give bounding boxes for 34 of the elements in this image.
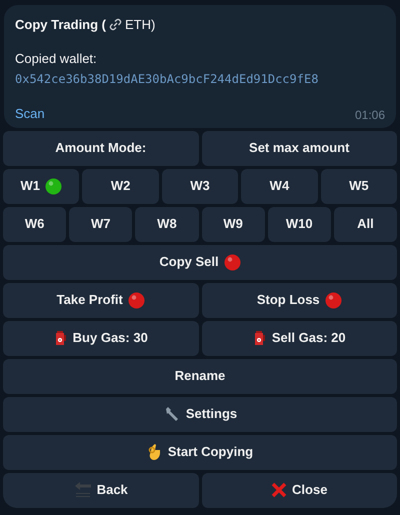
keyboard-button[interactable]: Sell Gas: 20 bbox=[202, 320, 397, 356]
keyboard-button[interactable]: Set max amount bbox=[202, 130, 397, 166]
cross-icon bbox=[271, 482, 288, 498]
keyboard-button[interactable]: Amount Mode: bbox=[3, 130, 198, 166]
keyboard-button[interactable]: All bbox=[334, 206, 398, 242]
keyboard-button[interactable]: W1 bbox=[3, 168, 80, 204]
keyboard-button[interactable]: W7 bbox=[69, 206, 132, 242]
keyboard-button[interactable]: Close bbox=[202, 472, 397, 508]
keyboard-button[interactable]: Copy Sell bbox=[3, 244, 397, 280]
keyboard-button[interactable]: W4 bbox=[241, 168, 318, 204]
wallet-label: Copied wallet: bbox=[15, 50, 98, 68]
message-title: Copy Trading ( bbox=[15, 16, 106, 34]
keyboard-button[interactable]: Buy Gas: 30 bbox=[3, 320, 198, 356]
keyboard-button[interactable]: Start Copying bbox=[3, 434, 397, 470]
fuel-can-icon bbox=[252, 330, 267, 346]
scan-link[interactable]: Scan bbox=[15, 104, 45, 124]
keyboard-button[interactable]: W2 bbox=[82, 168, 159, 204]
keyboard-button[interactable]: Back bbox=[3, 472, 198, 508]
keyboard-button[interactable]: W5 bbox=[320, 168, 398, 204]
keyboard-button[interactable]: W6 bbox=[3, 206, 66, 242]
keyboard-button[interactable]: Rename bbox=[3, 358, 397, 394]
message-title: ETH) bbox=[125, 16, 156, 34]
keyboard-button[interactable]: W8 bbox=[135, 206, 199, 242]
keyboard-button[interactable]: W9 bbox=[202, 206, 265, 242]
keyboard-button[interactable]: W3 bbox=[162, 168, 238, 204]
message-time: 01:06 bbox=[354, 106, 385, 124]
back-arrow-icon bbox=[74, 482, 92, 498]
keyboard-button[interactable]: Settings bbox=[3, 396, 397, 432]
keyboard-button[interactable]: W10 bbox=[268, 206, 331, 242]
keyboard-button[interactable]: Stop Loss bbox=[202, 282, 397, 318]
link-icon bbox=[109, 18, 122, 32]
keyboard-button[interactable]: Take Profit bbox=[3, 282, 198, 318]
fuel-can-icon bbox=[54, 330, 68, 346]
wallet-address: 0x542ce36b38D19dAE30bAc9bcF244dEd91Dcc9fE8 bbox=[15, 71, 320, 88]
